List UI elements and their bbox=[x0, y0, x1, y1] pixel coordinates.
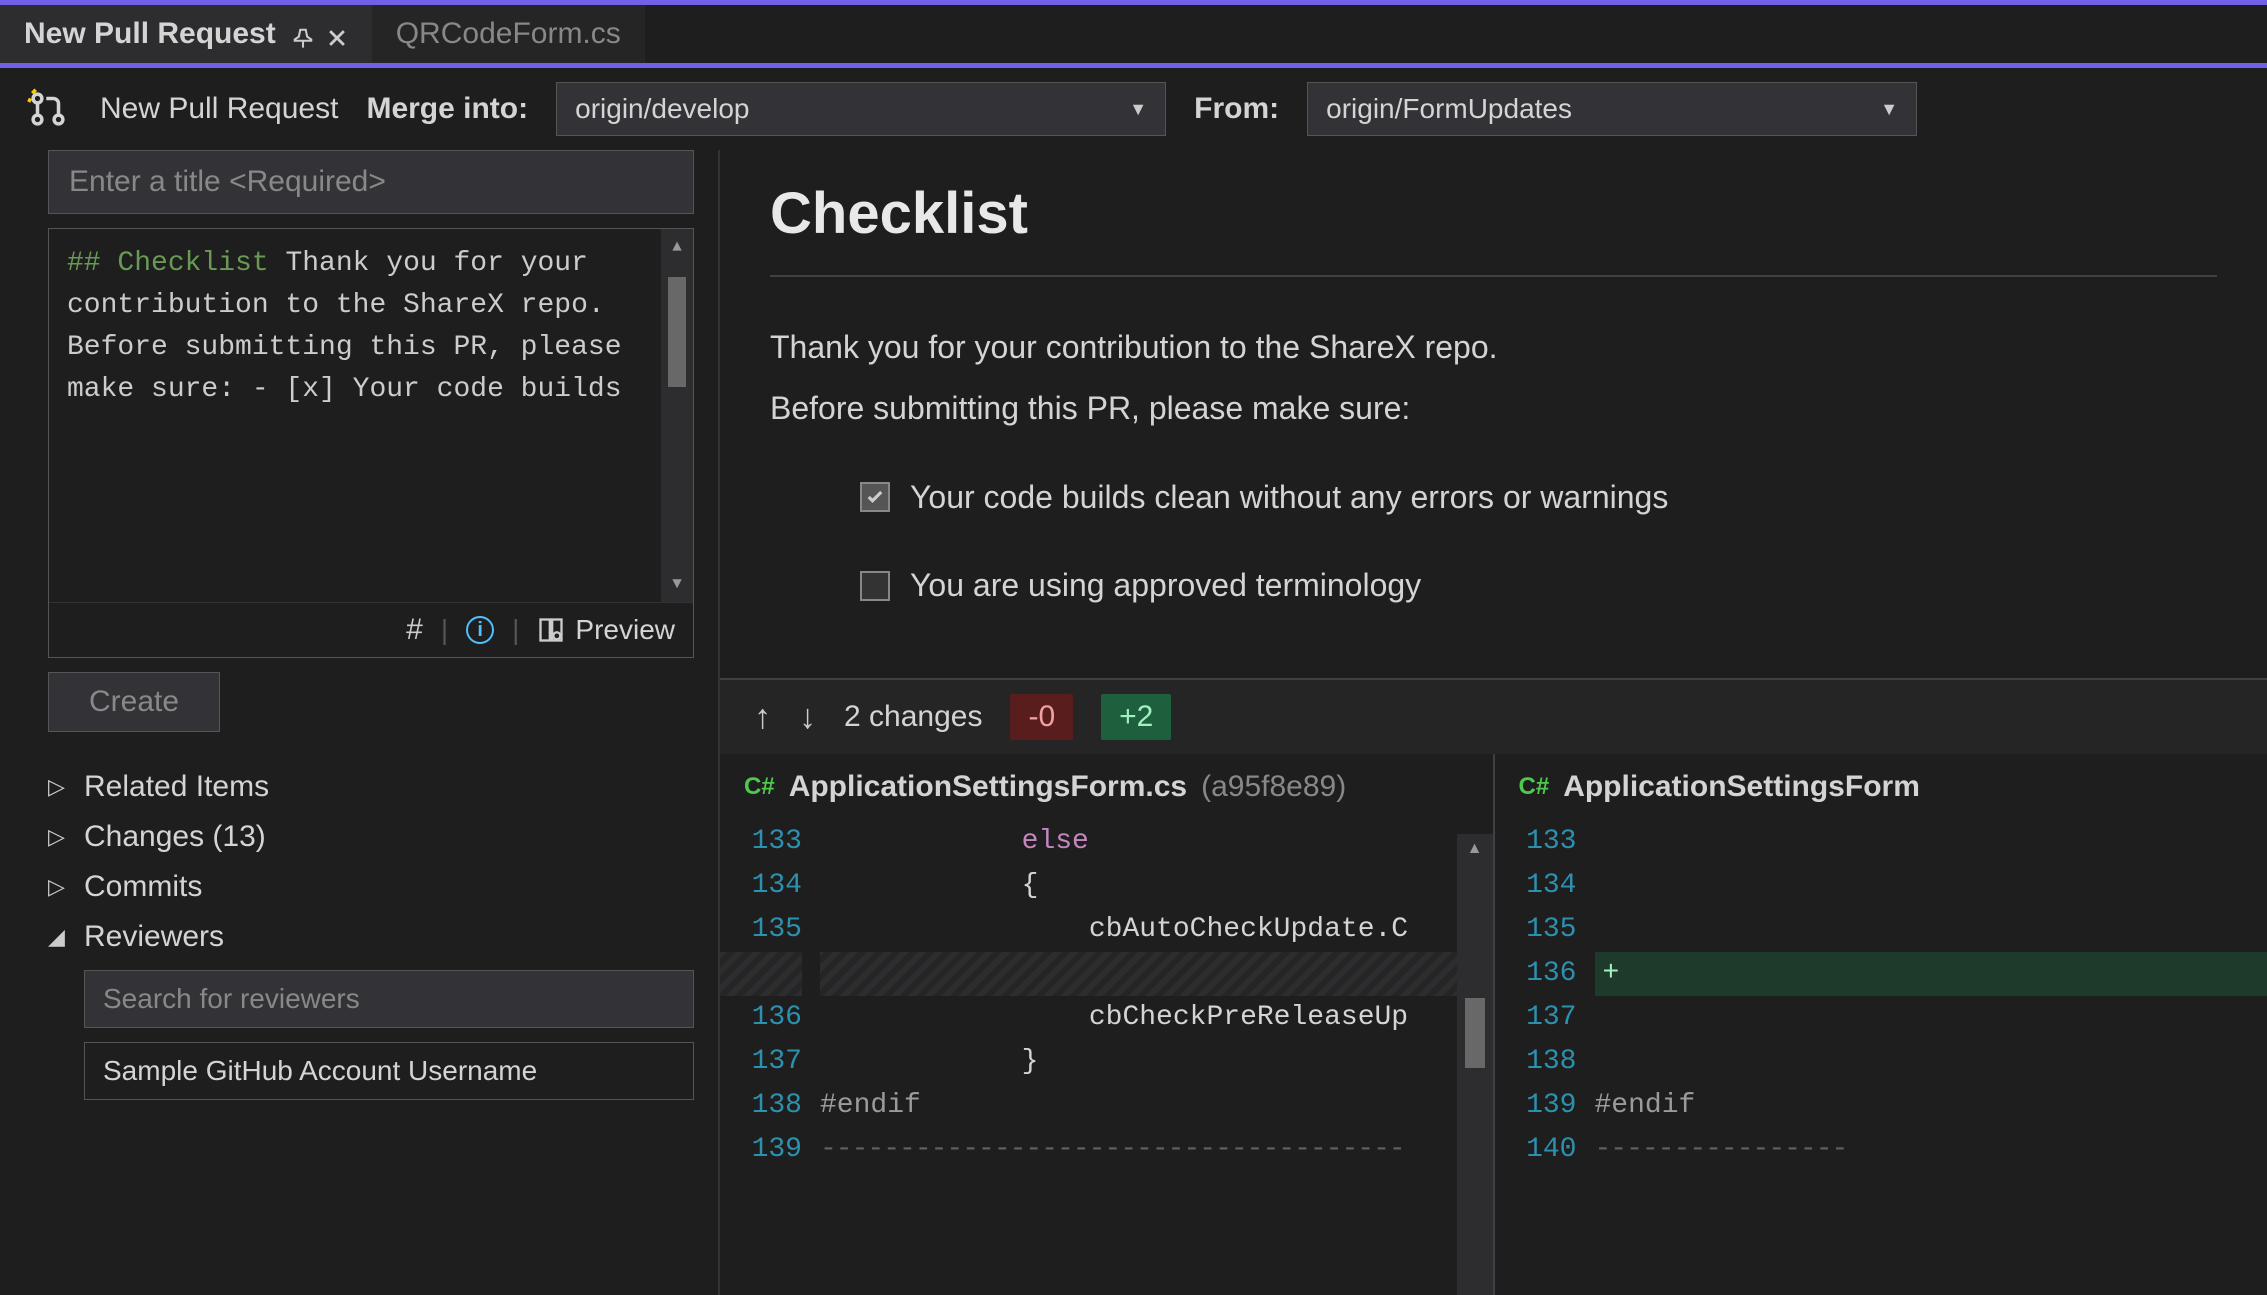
tab-bar: New Pull Request QRCodeForm.cs bbox=[0, 5, 2267, 68]
code-scrollbar[interactable]: ▲ bbox=[1457, 834, 1493, 1295]
toolbar-title: New Pull Request bbox=[100, 92, 338, 126]
from-label: From: bbox=[1194, 92, 1279, 126]
diff-view: C# ApplicationSettingsForm.cs (a95f8e89)… bbox=[720, 754, 2267, 1295]
from-dropdown[interactable]: origin/FormUpdates ▼ bbox=[1307, 82, 1917, 136]
caret-right-icon: ▷ bbox=[48, 774, 70, 800]
preview-paragraph: Thank you for your contribution to the S… bbox=[770, 317, 2217, 378]
checkbox-unchecked-icon[interactable] bbox=[860, 571, 890, 601]
csharp-icon: C# bbox=[744, 773, 775, 801]
reviewer-chip[interactable]: Sample GitHub Account Username bbox=[84, 1042, 694, 1100]
code-lines: else { cbAutoCheckUpdate.C cbCheckPreRel… bbox=[820, 820, 1493, 1172]
code-editor-before[interactable]: 133134135 136137138139 else { cbAutoChec… bbox=[720, 820, 1493, 1172]
tab-qrcodeform[interactable]: QRCodeForm.cs bbox=[372, 5, 645, 63]
diff-pane-after: C# ApplicationSettingsForm 1331341351361… bbox=[1495, 754, 2267, 1295]
diff-file-header: C# ApplicationSettingsForm bbox=[1495, 754, 2267, 820]
chevron-down-icon: ▼ bbox=[1880, 99, 1898, 120]
tab-new-pr[interactable]: New Pull Request bbox=[0, 5, 372, 63]
preview-paragraph: Before submitting this PR, please make s… bbox=[770, 378, 2217, 439]
pr-form-panel: Enter a title <Required> ## Checklist Th… bbox=[0, 150, 720, 1295]
preview-label: Preview bbox=[575, 614, 675, 646]
create-button[interactable]: Create bbox=[48, 672, 220, 732]
markdown-preview-pane: Checklist Thank you for your contributio… bbox=[720, 150, 2267, 680]
additions-badge: +2 bbox=[1101, 694, 1171, 740]
tab-label: QRCodeForm.cs bbox=[396, 17, 621, 51]
from-value: origin/FormUpdates bbox=[1326, 93, 1572, 125]
reviewer-search-input[interactable]: Search for reviewers bbox=[84, 970, 694, 1028]
pr-description-box: ## Checklist Thank you for your contribu… bbox=[48, 228, 694, 658]
diff-toolbar: ↑ ↓ 2 changes -0 +2 bbox=[720, 680, 2267, 754]
scroll-up-icon[interactable]: ▲ bbox=[672, 235, 682, 259]
pr-icon bbox=[24, 85, 72, 133]
scroll-thumb[interactable] bbox=[1465, 998, 1485, 1068]
tree-related-items[interactable]: ▷ Related Items bbox=[48, 762, 694, 812]
caret-right-icon: ▷ bbox=[48, 824, 70, 850]
next-change-button[interactable]: ↓ bbox=[799, 698, 816, 737]
description-footer: # | i | Preview bbox=[49, 602, 693, 657]
merge-into-dropdown[interactable]: origin/develop ▼ bbox=[556, 82, 1166, 136]
close-icon[interactable] bbox=[326, 23, 348, 45]
preview-icon bbox=[537, 616, 565, 644]
tab-label: New Pull Request bbox=[24, 17, 276, 51]
line-gutter: 133134135 136137138139 bbox=[720, 820, 820, 1172]
tree-reviewers[interactable]: ◢ Reviewers bbox=[48, 912, 694, 962]
pr-title-input[interactable]: Enter a title <Required> bbox=[48, 150, 694, 214]
scroll-down-icon[interactable]: ▼ bbox=[672, 572, 682, 596]
checklist-item: You are using approved terminology bbox=[860, 555, 2217, 616]
chevron-down-icon: ▼ bbox=[1129, 99, 1147, 120]
pin-icon[interactable] bbox=[292, 23, 314, 45]
separator: | bbox=[512, 614, 519, 646]
preview-toggle-button[interactable]: Preview bbox=[537, 614, 675, 646]
changes-count: 2 changes bbox=[844, 700, 982, 734]
pr-description-textarea[interactable]: ## Checklist Thank you for your contribu… bbox=[49, 229, 693, 602]
scroll-up-icon[interactable]: ▲ bbox=[1467, 840, 1483, 858]
diff-file-header: C# ApplicationSettingsForm.cs (a95f8e89) bbox=[720, 754, 1493, 820]
description-scrollbar[interactable]: ▲ ▼ bbox=[661, 229, 693, 602]
scroll-thumb[interactable] bbox=[668, 277, 686, 387]
line-gutter: 133134135136137138139140 bbox=[1495, 820, 1595, 1172]
merge-into-label: Merge into: bbox=[366, 92, 528, 126]
separator: | bbox=[441, 614, 448, 646]
checklist-item: Your code builds clean without any error… bbox=[860, 467, 2217, 528]
caret-down-icon: ◢ bbox=[48, 924, 70, 950]
diff-pane-before: C# ApplicationSettingsForm.cs (a95f8e89)… bbox=[720, 754, 1495, 1295]
pr-sections-tree: ▷ Related Items ▷ Changes (13) ▷ Commits… bbox=[48, 762, 694, 1100]
checkbox-checked-icon[interactable] bbox=[860, 482, 890, 512]
tree-changes[interactable]: ▷ Changes (13) bbox=[48, 812, 694, 862]
caret-right-icon: ▷ bbox=[48, 874, 70, 900]
deletions-badge: -0 bbox=[1010, 694, 1073, 740]
csharp-icon: C# bbox=[1519, 773, 1550, 801]
info-icon[interactable]: i bbox=[466, 616, 494, 644]
preview-separator bbox=[770, 275, 2217, 277]
placeholder-text: Enter a title <Required> bbox=[69, 165, 386, 198]
preview-heading: Checklist bbox=[770, 180, 2217, 247]
merge-into-value: origin/develop bbox=[575, 93, 749, 125]
code-lines: + #endif ---------------- bbox=[1595, 820, 2267, 1172]
tree-commits[interactable]: ▷ Commits bbox=[48, 862, 694, 912]
pr-toolbar: New Pull Request Merge into: origin/deve… bbox=[0, 68, 2267, 150]
prev-change-button[interactable]: ↑ bbox=[754, 698, 771, 737]
hash-icon[interactable]: # bbox=[406, 613, 423, 647]
code-editor-after[interactable]: 133134135136137138139140 + #endif ------… bbox=[1495, 820, 2267, 1172]
